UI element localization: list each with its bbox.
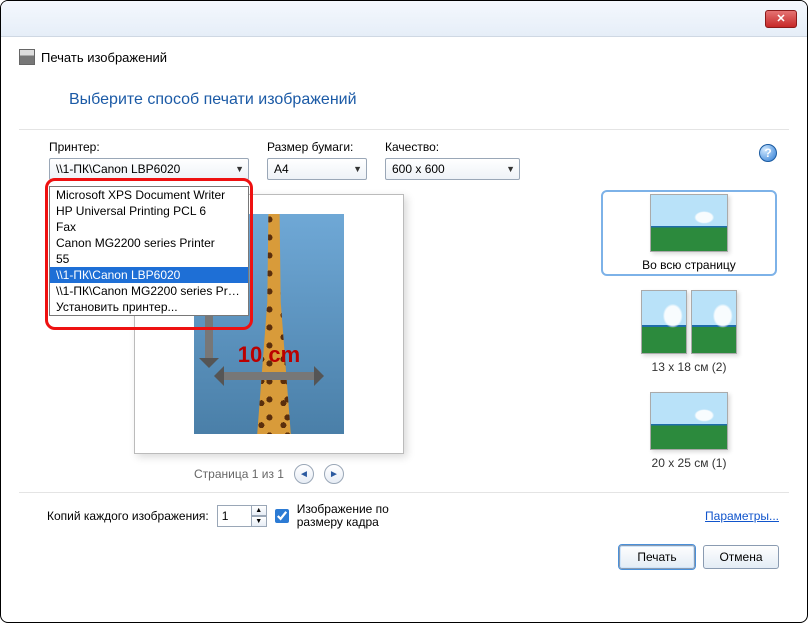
close-button[interactable]: ✕ [765,10,797,28]
fit-frame-checkbox[interactable] [275,509,289,523]
layout-caption: 13 x 18 см (2) [652,360,727,374]
printer-option[interactable]: Fax [50,219,248,235]
dialog-title: Печать изображений [41,50,167,65]
printer-label: Принтер: [49,140,249,154]
printer-option[interactable]: HP Universal Printing PCL 6 [50,203,248,219]
dimension-horizontal: 10 cm [204,364,334,388]
layout-option[interactable]: 20 x 25 см (1) [605,392,773,470]
printer-dropdown[interactable]: Microsoft XPS Document WriterHP Universa… [49,186,249,316]
paper-selected-value: A4 [274,162,289,176]
page-navigator: Страница 1 из 1 ◄ ► [194,464,344,484]
header: Печать изображений [1,37,807,71]
copies-label: Копий каждого изображения: [47,509,209,523]
paper-label: Размер бумаги: [267,140,367,154]
printer-selected-value: \\1-ПК\Canon LBP6020 [56,162,180,176]
layout-thumbnail [641,290,737,354]
chevron-down-icon: ▼ [506,164,515,174]
titlebar: ✕ [1,1,807,37]
printer-option[interactable]: Microsoft XPS Document Writer [50,187,248,203]
layout-option[interactable]: 13 x 18 см (2) [605,290,773,374]
layout-caption: 20 x 25 см (1) [652,456,727,470]
dialog-subtitle: Выберите способ печати изображений [1,71,807,129]
layouts-list[interactable]: Во всю страницу 13 x 18 см (2) 20 x 25 см … [599,190,779,486]
giraffe-image [246,214,302,434]
printer-option[interactable]: Установить принтер... [50,299,248,315]
printer-select[interactable]: \\1-ПК\Canon LBP6020 ▼ [49,158,249,180]
dialog-buttons: Печать Отмена [1,535,807,583]
cancel-button[interactable]: Отмена [703,545,779,569]
width-label: 10 cm [204,342,334,368]
page-status: Страница 1 из 1 [194,467,284,481]
chevron-down-icon: ▼ [235,164,244,174]
help-button[interactable]: ? [759,144,777,162]
layout-thumbnail [650,194,728,252]
options-row: Копий каждого изображения: ▲ ▼ Изображен… [19,492,789,535]
print-dialog: ✕ Печать изображений Выберите способ печ… [0,0,808,623]
quality-select[interactable]: 600 x 600 ▼ [385,158,520,180]
close-icon: ✕ [776,12,785,25]
copies-down[interactable]: ▼ [251,516,267,527]
prev-page-button[interactable]: ◄ [294,464,314,484]
controls-row: Принтер: \\1-ПК\Canon LBP6020 ▼ Размер б… [1,130,807,186]
layout-option[interactable]: Во всю страницу [605,194,773,272]
layout-caption: Во всю страницу [642,258,736,272]
copies-stepper[interactable]: ▲ ▼ [217,505,267,527]
next-page-button[interactable]: ► [324,464,344,484]
fit-frame-label: Изображение по размеру кадра [297,503,437,529]
chevron-down-icon: ▼ [353,164,362,174]
printer-option[interactable]: 55 [50,251,248,267]
print-button[interactable]: Печать [619,545,695,569]
printer-option[interactable]: \\1-ПК\Canon MG2200 series Printer [50,283,248,299]
quality-label: Качество: [385,140,520,154]
printer-icon [19,49,35,65]
quality-selected-value: 600 x 600 [392,162,445,176]
paper-select[interactable]: A4 ▼ [267,158,367,180]
copies-up[interactable]: ▲ [251,505,267,516]
copies-input[interactable] [217,505,251,527]
printer-option[interactable]: Canon MG2200 series Printer [50,235,248,251]
printer-option[interactable]: \\1-ПК\Canon LBP6020 [50,267,248,283]
layout-thumbnail [650,392,728,450]
parameters-link[interactable]: Параметры... [705,509,779,523]
